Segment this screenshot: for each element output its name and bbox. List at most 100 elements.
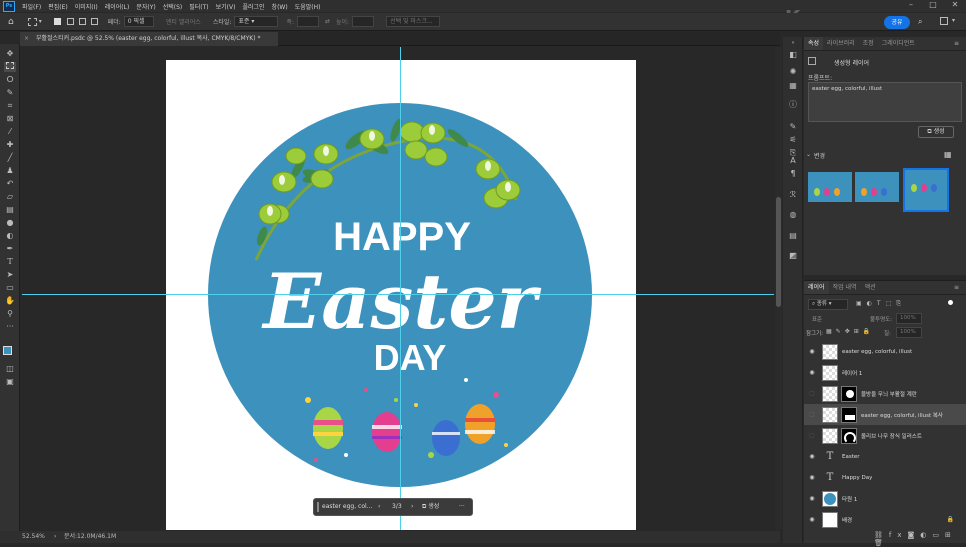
delete-icon[interactable]: 🗑 — [874, 539, 889, 547]
visibility-eye-icon[interactable]: ▢ — [806, 432, 818, 439]
chevron-down-icon[interactable]: ▾ — [952, 17, 955, 24]
tables-icon[interactable]: ▥ — [787, 250, 799, 261]
layer-row[interactable]: ◉ T Easter — [804, 446, 966, 467]
visibility-eye-icon[interactable]: ◉ — [806, 516, 818, 523]
character-icon[interactable]: A — [787, 155, 799, 166]
chevron-down-icon[interactable]: ⌄ — [806, 151, 811, 158]
layer-row[interactable]: ◉ T Happy Day — [804, 467, 966, 488]
paragraph-icon[interactable]: ¶ — [787, 168, 799, 179]
swatches-icon[interactable]: ▦ — [787, 80, 799, 91]
prompt-field[interactable]: easter egg, col... — [322, 499, 372, 515]
glyphs-icon[interactable]: ℛ — [787, 189, 799, 200]
path-select-icon[interactable]: ➤ — [4, 270, 16, 280]
navigator-icon[interactable]: ◍ — [787, 209, 799, 220]
menu-help[interactable]: 도움말(H) — [295, 2, 321, 11]
search-icon[interactable]: ⌕ — [918, 17, 922, 27]
lock-icon[interactable]: 🔒 — [947, 516, 954, 523]
color-icon[interactable]: ✺ — [787, 66, 799, 77]
zoom-tool-icon[interactable]: ⚲ — [4, 309, 16, 319]
brush-tool-icon[interactable]: ╱ — [4, 153, 16, 163]
grid-view-icon[interactable]: ▦ — [944, 150, 952, 159]
menu-image[interactable]: 이미지(I) — [75, 2, 98, 11]
share-button[interactable]: 공유 — [884, 16, 910, 29]
mask-icon[interactable]: ◙ — [908, 531, 921, 539]
menu-select[interactable]: 선택(S) — [163, 2, 183, 11]
adjust-icon[interactable]: ⚟ — [787, 134, 799, 145]
adjustment-icon[interactable]: ◐ — [920, 531, 932, 539]
minimize-icon[interactable]: – — [900, 0, 922, 12]
panel-menu-icon[interactable]: ≡ — [954, 40, 959, 47]
fill-input[interactable]: 100% — [896, 327, 922, 338]
more-options-icon[interactable]: ··· — [459, 499, 465, 515]
link-icon[interactable]: ⛓ — [874, 531, 889, 539]
variation-thumbnail-3[interactable] — [903, 168, 949, 212]
layer-row[interactable]: ▢ 물방울 무늬 부활절 계란 — [804, 383, 966, 404]
menu-window[interactable]: 창(W) — [272, 2, 288, 11]
chevron-down-icon[interactable]: ▾ — [39, 18, 42, 25]
layer-row[interactable]: ◉ easter egg, colorful, illust — [804, 341, 966, 362]
variation-thumbnail-2[interactable] — [855, 172, 899, 202]
generate-button[interactable]: ⧉ 생성 — [422, 499, 439, 515]
more-tools-icon[interactable]: ··· — [4, 322, 16, 332]
tab-adjustments[interactable]: 조정 — [859, 37, 878, 50]
eyedropper-icon[interactable]: ⁄ — [4, 127, 16, 137]
layer-mask-thumbnail[interactable] — [841, 385, 857, 402]
lasso-tool-icon[interactable]: ⵔ — [4, 75, 16, 85]
document-tab[interactable]: × 부활절스티커.psdc @ 52.5% (easter egg, color… — [20, 32, 278, 46]
layer-row-selected[interactable]: ▢ easter egg, colorful, illust 복사 — [804, 404, 966, 425]
vertical-guide[interactable] — [400, 47, 401, 530]
crop-tool-icon[interactable]: ⌗ — [4, 101, 16, 111]
antialias-checkbox[interactable]: 앤티 앨리어스 — [166, 17, 201, 26]
close-tab-icon[interactable]: × — [24, 32, 29, 46]
new-selection-icon[interactable] — [53, 18, 61, 25]
menu-view[interactable]: 보기(V) — [216, 2, 236, 11]
marquee-tool-icon[interactable] — [27, 17, 37, 26]
menu-edit[interactable]: 편집(E) — [48, 2, 68, 11]
document-canvas[interactable]: HAPPY Easter DAY — [166, 60, 636, 530]
home-icon[interactable]: ⌂ — [8, 17, 14, 27]
fx-icon[interactable]: fx — [889, 531, 908, 539]
next-icon[interactable]: › — [411, 499, 413, 515]
visibility-eye-icon[interactable]: ▢ — [806, 390, 818, 397]
tab-layers[interactable]: 레이어 — [804, 281, 829, 294]
quick-select-icon[interactable]: ✎ — [4, 88, 16, 98]
tab-libraries[interactable]: 라이브러리 — [823, 37, 859, 50]
new-layer-icon[interactable]: ⊞ — [945, 531, 957, 539]
visibility-eye-icon[interactable]: ◉ — [806, 369, 818, 376]
workspace-icon[interactable] — [940, 17, 948, 25]
layer-mask-thumbnail[interactable] — [841, 406, 857, 423]
intersect-selection-icon[interactable] — [90, 18, 98, 25]
marquee-tool-icon[interactable] — [4, 62, 16, 72]
layer-row[interactable]: ◉ 타원 1 — [804, 488, 966, 509]
horizontal-guide[interactable] — [22, 294, 774, 295]
group-icon[interactable]: ▭ — [932, 531, 945, 539]
tab-gradients[interactable]: 그레이디언트 — [878, 37, 919, 50]
prompt-textarea[interactable]: easter egg, colorful, illust — [808, 82, 962, 122]
visibility-eye-icon[interactable]: ◉ — [806, 474, 818, 481]
brush-icon[interactable]: ✎ — [787, 121, 799, 132]
style-select[interactable]: 표준 ▾ — [234, 16, 279, 27]
chevron-right-icon[interactable]: › — [54, 531, 56, 543]
gradient-tool-icon[interactable]: ▤ — [4, 205, 16, 215]
subtract-selection-icon[interactable] — [78, 18, 86, 25]
panel-menu-icon[interactable]: ≡ — [954, 284, 959, 291]
add-selection-icon[interactable] — [66, 18, 74, 25]
scroll-thumb[interactable] — [776, 197, 781, 307]
close-icon[interactable]: ✕ — [944, 0, 966, 12]
layer-row[interactable]: ▢ 올리브 나무 장식 일러스트 — [804, 425, 966, 446]
filter-toggle-icon[interactable] — [948, 300, 953, 305]
width-input[interactable] — [296, 16, 319, 27]
frame-tool-icon[interactable]: ⊠ — [4, 114, 16, 124]
blur-tool-icon[interactable]: ● — [4, 218, 16, 228]
blend-mode-select[interactable]: 표준 — [812, 315, 822, 323]
history-icon[interactable]: ◧ — [787, 49, 799, 60]
tab-properties[interactable]: 속성 — [804, 37, 824, 50]
visibility-eye-icon[interactable]: ◉ — [806, 348, 818, 355]
previous-icon[interactable]: ‹ — [378, 499, 380, 515]
swap-icon[interactable]: ⇄ — [325, 18, 330, 25]
pen-tool-icon[interactable]: ✒ — [4, 244, 16, 254]
stamp-tool-icon[interactable]: ♟ — [4, 166, 16, 176]
layer-comps-icon[interactable]: ▤ — [787, 230, 799, 241]
menu-file[interactable]: 파일(F) — [22, 2, 41, 11]
opacity-input[interactable]: 100% — [896, 313, 922, 324]
